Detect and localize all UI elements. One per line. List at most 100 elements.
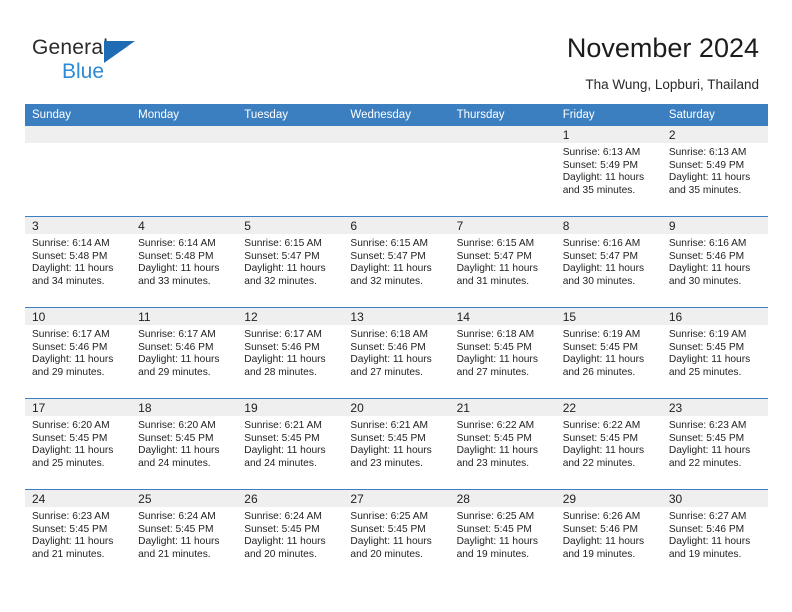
day-cell-inner: 20 Sunrise: 6:21 AM Sunset: 5:45 PM Dayligh… bbox=[343, 399, 450, 489]
calendar-day-cell[interactable]: 12 Sunrise: 6:17 AM Sunset: 5:46 PM Dayligh… bbox=[237, 307, 344, 399]
page-title: November 2024 bbox=[566, 33, 759, 63]
sunset-text: Sunset: 5:47 PM bbox=[456, 250, 532, 262]
calendar-day-cell-empty bbox=[237, 126, 344, 217]
day-number: 24 bbox=[25, 490, 132, 507]
daylight-text-line1: Daylight: 11 hours bbox=[138, 263, 220, 275]
calendar-day-cell[interactable]: 29 Sunrise: 6:26 AM Sunset: 5:46 PM Dayligh… bbox=[555, 489, 662, 580]
weekday-header-thursday: Thursday bbox=[449, 104, 556, 126]
day-cell-inner: 18 Sunrise: 6:20 AM Sunset: 5:45 PM Dayligh… bbox=[131, 399, 238, 489]
daylight-text-line1: Daylight: 11 hours bbox=[456, 263, 538, 275]
calendar-day-cell[interactable]: 10 Sunrise: 6:17 AM Sunset: 5:46 PM Dayligh… bbox=[25, 307, 132, 399]
day-sun-info: Sunrise: 6:14 AM Sunset: 5:48 PM Daylight:… bbox=[131, 234, 237, 288]
calendar-day-cell[interactable]: 14 Sunrise: 6:18 AM Sunset: 5:45 PM Dayligh… bbox=[449, 307, 556, 399]
sunset-text: Sunset: 5:45 PM bbox=[456, 432, 532, 444]
weekday-header-sunday: Sunday bbox=[25, 104, 132, 126]
calendar-day-cell[interactable]: 7 Sunrise: 6:15 AM Sunset: 5:47 PM Daylight… bbox=[449, 216, 556, 308]
calendar-day-cell[interactable]: 19 Sunrise: 6:21 AM Sunset: 5:45 PM Dayligh… bbox=[237, 398, 344, 490]
calendar-day-cell[interactable]: 13 Sunrise: 6:18 AM Sunset: 5:46 PM Dayligh… bbox=[343, 307, 450, 399]
day-number: 2 bbox=[661, 126, 768, 143]
calendar-day-cell[interactable]: 11 Sunrise: 6:17 AM Sunset: 5:46 PM Dayligh… bbox=[131, 307, 238, 399]
sunrise-text: Sunrise: 6:24 AM bbox=[138, 511, 216, 522]
sunrise-text: Sunrise: 6:22 AM bbox=[562, 420, 641, 431]
day-sun-info: Sunrise: 6:13 AM Sunset: 5:49 PM Daylight:… bbox=[662, 143, 768, 197]
day-number: 13 bbox=[343, 308, 450, 325]
sunset-text: Sunset: 5:47 PM bbox=[562, 250, 639, 262]
calendar-day-cell[interactable]: 15 Sunrise: 6:19 AM Sunset: 5:45 PM Dayligh… bbox=[555, 307, 662, 399]
calendar-day-cell[interactable]: 16 Sunrise: 6:19 AM Sunset: 5:45 PM Dayligh… bbox=[661, 307, 768, 399]
calendar-day-cell[interactable]: 5 Sunrise: 6:15 AM Sunset: 5:47 PM Daylight… bbox=[237, 216, 344, 308]
day-sun-info: Sunrise: 6:19 AM Sunset: 5:45 PM Daylight:… bbox=[662, 325, 768, 379]
day-cell-inner: 22 Sunrise: 6:22 AM Sunset: 5:45 PM Dayligh… bbox=[555, 399, 662, 489]
daylight-text-line2: and 26 minutes. bbox=[562, 366, 636, 378]
weekday-header-saturday: Saturday bbox=[661, 104, 768, 126]
calendar-day-cell[interactable]: 23 Sunrise: 6:23 AM Sunset: 5:45 PM Dayligh… bbox=[661, 398, 768, 490]
calendar-day-cell[interactable]: 17 Sunrise: 6:20 AM Sunset: 5:45 PM Dayligh… bbox=[25, 398, 132, 490]
weekday-header-friday: Friday bbox=[555, 104, 662, 126]
calendar-day-cell[interactable]: 6 Sunrise: 6:15 AM Sunset: 5:47 PM Daylight… bbox=[343, 216, 450, 308]
calendar-day-cell[interactable]: 28 Sunrise: 6:25 AM Sunset: 5:45 PM Dayligh… bbox=[449, 489, 556, 580]
day-cell-inner: 30 Sunrise: 6:27 AM Sunset: 5:46 PM Dayligh… bbox=[661, 490, 768, 580]
calendar-day-cell[interactable]: 3 Sunrise: 6:14 AM Sunset: 5:48 PM Daylight… bbox=[25, 216, 132, 308]
calendar-day-cell[interactable]: 30 Sunrise: 6:27 AM Sunset: 5:46 PM Dayligh… bbox=[661, 489, 768, 580]
sunset-text: Sunset: 5:47 PM bbox=[244, 250, 320, 262]
day-cell-inner: 2 Sunrise: 6:13 AM Sunset: 5:49 PM Daylight… bbox=[661, 126, 768, 216]
day-number: 23 bbox=[661, 399, 768, 416]
daylight-text-line1: Daylight: 11 hours bbox=[350, 263, 432, 275]
day-number: 17 bbox=[25, 399, 132, 416]
calendar-day-cell[interactable]: 1 Sunrise: 6:13 AM Sunset: 5:49 PM Daylight… bbox=[555, 126, 662, 217]
sunrise-text: Sunrise: 6:25 AM bbox=[350, 511, 429, 522]
day-cell-inner: 7 Sunrise: 6:15 AM Sunset: 5:47 PM Daylight… bbox=[449, 217, 556, 307]
calendar-day-cell[interactable]: 18 Sunrise: 6:20 AM Sunset: 5:45 PM Dayligh… bbox=[131, 398, 238, 490]
calendar-day-cell[interactable]: 25 Sunrise: 6:24 AM Sunset: 5:45 PM Dayligh… bbox=[131, 489, 238, 580]
sunset-text: Sunset: 5:46 PM bbox=[562, 523, 639, 535]
calendar-week-row: 24 Sunrise: 6:23 AM Sunset: 5:45 PM Dayligh… bbox=[25, 489, 768, 580]
day-number: 4 bbox=[131, 217, 238, 234]
day-sun-info: Sunrise: 6:23 AM Sunset: 5:45 PM Daylight:… bbox=[662, 416, 768, 470]
daylight-text-line1: Daylight: 11 hours bbox=[32, 354, 114, 366]
day-number: 12 bbox=[237, 308, 344, 325]
day-cell-inner: 23 Sunrise: 6:23 AM Sunset: 5:45 PM Dayligh… bbox=[661, 399, 768, 489]
calendar-day-cell[interactable]: 9 Sunrise: 6:16 AM Sunset: 5:46 PM Daylight… bbox=[661, 216, 768, 308]
day-number: 3 bbox=[25, 217, 132, 234]
sunrise-sunset-calendar: Sunday Monday Tuesday Wednesday Thursday… bbox=[25, 104, 768, 580]
calendar-day-cell[interactable]: 20 Sunrise: 6:21 AM Sunset: 5:45 PM Dayligh… bbox=[343, 398, 450, 490]
day-cell-inner bbox=[131, 126, 238, 216]
calendar-week-row: 3 Sunrise: 6:14 AM Sunset: 5:48 PM Daylight… bbox=[25, 216, 768, 308]
calendar-day-cell[interactable]: 26 Sunrise: 6:24 AM Sunset: 5:45 PM Dayligh… bbox=[237, 489, 344, 580]
day-cell-inner: 14 Sunrise: 6:18 AM Sunset: 5:45 PM Dayligh… bbox=[449, 308, 556, 398]
general-blue-logo[interactable]: General Blue bbox=[32, 36, 162, 86]
day-cell-inner: 26 Sunrise: 6:24 AM Sunset: 5:45 PM Dayligh… bbox=[237, 490, 344, 580]
sunrise-text: Sunrise: 6:15 AM bbox=[456, 238, 535, 249]
daylight-text-line1: Daylight: 11 hours bbox=[562, 354, 645, 366]
daylight-text-line1: Daylight: 11 hours bbox=[32, 263, 114, 275]
day-sun-info: Sunrise: 6:15 AM Sunset: 5:47 PM Daylight:… bbox=[237, 234, 343, 288]
daylight-text-line2: and 19 minutes. bbox=[456, 548, 530, 560]
daylight-text-line2: and 22 minutes. bbox=[562, 457, 636, 469]
day-sun-info: Sunrise: 6:22 AM Sunset: 5:45 PM Daylight:… bbox=[556, 416, 662, 470]
daylight-text-line1: Daylight: 11 hours bbox=[32, 536, 114, 548]
day-sun-info: Sunrise: 6:18 AM Sunset: 5:45 PM Daylight:… bbox=[450, 325, 556, 379]
day-sun-info: Sunrise: 6:22 AM Sunset: 5:45 PM Daylight:… bbox=[450, 416, 556, 470]
daylight-text-line2: and 35 minutes. bbox=[562, 184, 636, 196]
day-sun-info: Sunrise: 6:13 AM Sunset: 5:49 PM Daylight:… bbox=[556, 143, 662, 197]
daylight-text-line1: Daylight: 11 hours bbox=[244, 536, 326, 548]
calendar-day-cell[interactable]: 27 Sunrise: 6:25 AM Sunset: 5:45 PM Dayligh… bbox=[343, 489, 450, 580]
daylight-text-line1: Daylight: 11 hours bbox=[244, 445, 326, 457]
calendar-day-cell[interactable]: 2 Sunrise: 6:13 AM Sunset: 5:49 PM Daylight… bbox=[661, 126, 768, 217]
sunset-text: Sunset: 5:45 PM bbox=[244, 432, 320, 444]
calendar-day-cell[interactable]: 8 Sunrise: 6:16 AM Sunset: 5:47 PM Daylight… bbox=[555, 216, 662, 308]
calendar-day-cell[interactable]: 24 Sunrise: 6:23 AM Sunset: 5:45 PM Dayligh… bbox=[25, 489, 132, 580]
daylight-text-line2: and 29 minutes. bbox=[138, 366, 211, 378]
calendar-day-cell[interactable]: 21 Sunrise: 6:22 AM Sunset: 5:45 PM Dayligh… bbox=[449, 398, 556, 490]
daylight-text-line1: Daylight: 11 hours bbox=[668, 263, 751, 275]
sunrise-text: Sunrise: 6:14 AM bbox=[32, 238, 110, 249]
calendar-day-cell[interactable]: 22 Sunrise: 6:22 AM Sunset: 5:45 PM Dayligh… bbox=[555, 398, 662, 490]
daylight-text-line2: and 32 minutes. bbox=[244, 275, 317, 287]
calendar-day-cell[interactable]: 4 Sunrise: 6:14 AM Sunset: 5:48 PM Daylight… bbox=[131, 216, 238, 308]
sunset-text: Sunset: 5:45 PM bbox=[138, 432, 214, 444]
sunrise-text: Sunrise: 6:21 AM bbox=[350, 420, 429, 431]
sunrise-text: Sunrise: 6:14 AM bbox=[138, 238, 216, 249]
daylight-text-line2: and 23 minutes. bbox=[456, 457, 530, 469]
sunrise-text: Sunrise: 6:18 AM bbox=[456, 329, 535, 340]
day-cell-inner: 16 Sunrise: 6:19 AM Sunset: 5:45 PM Dayligh… bbox=[661, 308, 768, 398]
